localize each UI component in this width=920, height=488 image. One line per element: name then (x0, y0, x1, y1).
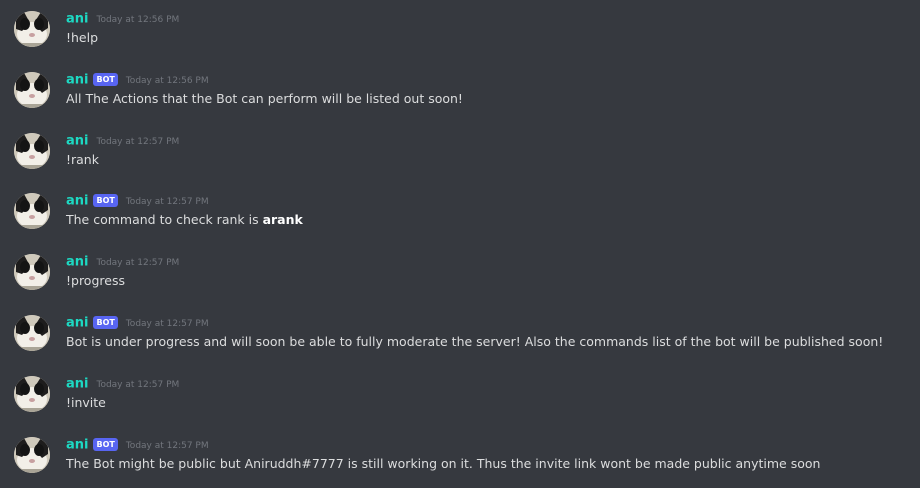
cat-avatar-icon (14, 376, 50, 412)
chat-message: ani BOT Today at 12:57 PM The Bot might be… (0, 426, 920, 486)
timestamp: Today at 12:56 PM (96, 14, 180, 25)
cat-avatar-icon (14, 133, 50, 169)
cat-avatar-icon (14, 72, 50, 108)
bot-badge: BOT (93, 438, 118, 451)
username[interactable]: ani (66, 377, 88, 392)
message-text: !invite (66, 394, 106, 412)
avatar[interactable] (14, 133, 50, 169)
cat-avatar-icon (14, 437, 50, 473)
message-content: All The Actions that the Bot can perform… (66, 91, 463, 106)
message-text: !progress (66, 272, 125, 290)
timestamp: Today at 12:57 PM (96, 379, 180, 390)
username[interactable]: ani (66, 316, 88, 331)
cat-avatar-icon (14, 193, 50, 229)
message-header: ani Today at 12:57 PM (66, 375, 179, 393)
message-text: The Bot might be public but Aniruddh#777… (66, 455, 820, 473)
message-text: Bot is under progress and will soon be a… (66, 333, 883, 351)
username[interactable]: ani (66, 255, 88, 270)
chat-message: ani BOT Today at 12:57 PM Bot is under pro… (0, 304, 920, 364)
avatar[interactable] (14, 193, 50, 229)
message-header: ani BOT Today at 12:57 PM (66, 192, 209, 210)
chat-message: ani Today at 12:57 PM !progress (0, 243, 920, 303)
chat-message: ani Today at 12:57 PM !rank (0, 122, 920, 182)
avatar[interactable] (14, 254, 50, 290)
avatar[interactable] (14, 11, 50, 47)
timestamp: Today at 12:57 PM (125, 318, 209, 329)
message-header: ani BOT Today at 12:57 PM (66, 436, 209, 454)
chat-message: ani BOT Today at 12:56 PM All The Actions … (0, 61, 920, 121)
cat-avatar-icon (14, 254, 50, 290)
message-header: ani Today at 12:56 PM (66, 10, 179, 28)
chat-message: ani Today at 12:56 PM !help (0, 0, 920, 60)
bot-badge: BOT (93, 73, 118, 86)
avatar[interactable] (14, 72, 50, 108)
message-header: ani BOT Today at 12:56 PM (66, 71, 209, 89)
message-content: The command to check rank is (66, 212, 263, 227)
timestamp: Today at 12:56 PM (125, 75, 209, 86)
message-content: !help (66, 30, 99, 45)
avatar[interactable] (14, 437, 50, 473)
message-text: !rank (66, 151, 99, 169)
message-content: !progress (66, 273, 125, 288)
username[interactable]: ani (66, 194, 88, 209)
message-text: All The Actions that the Bot can perform… (66, 90, 463, 108)
username[interactable]: ani (66, 134, 88, 149)
message-content: The Bot might be public but Aniruddh#777… (66, 456, 821, 471)
message-header: ani Today at 12:57 PM (66, 132, 179, 150)
username[interactable]: ani (66, 438, 88, 453)
bot-badge: BOT (93, 194, 118, 207)
message-header: ani Today at 12:57 PM (66, 253, 179, 271)
cat-avatar-icon (14, 11, 50, 47)
chat-message: ani Today at 12:57 PM !invite (0, 365, 920, 425)
message-bold-text: arank (262, 212, 303, 227)
message-text: !help (66, 29, 98, 47)
message-content: Bot is under progress and will soon be a… (66, 334, 884, 349)
chat-message: ani BOT Today at 12:57 PM The command to c… (0, 182, 920, 242)
timestamp: Today at 12:57 PM (96, 136, 180, 147)
avatar[interactable] (14, 376, 50, 412)
chat-messages: ani Today at 12:56 PM !help ani BOT Today a… (0, 0, 920, 488)
message-content: !invite (66, 395, 106, 410)
username[interactable]: ani (66, 12, 88, 27)
cat-avatar-icon (14, 315, 50, 351)
message-header: ani BOT Today at 12:57 PM (66, 314, 209, 332)
avatar[interactable] (14, 315, 50, 351)
username[interactable]: ani (66, 73, 88, 88)
message-content: !rank (66, 152, 99, 167)
timestamp: Today at 12:57 PM (125, 196, 209, 207)
bot-badge: BOT (93, 316, 118, 329)
message-text: The command to check rank is arank (66, 211, 303, 229)
timestamp: Today at 12:57 PM (96, 257, 180, 268)
timestamp: Today at 12:57 PM (125, 440, 209, 451)
